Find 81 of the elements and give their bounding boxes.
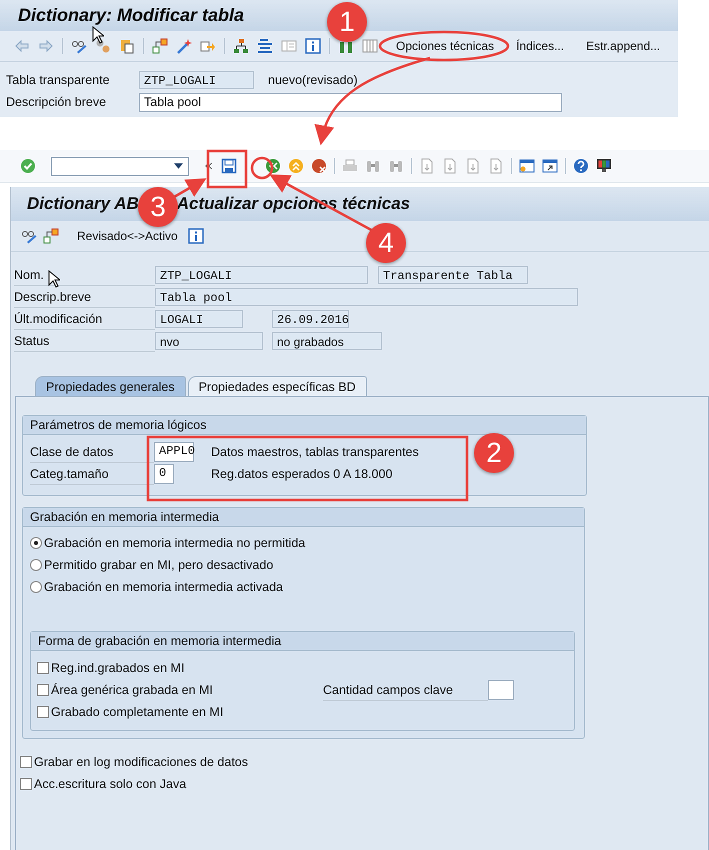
field-value: Transparente Tabla	[378, 266, 528, 284]
binoculars-icon[interactable]	[365, 158, 381, 174]
arrow-right-icon[interactable]	[38, 38, 54, 54]
arrow-left-icon[interactable]	[14, 38, 30, 54]
glasses-pencil-icon[interactable]	[21, 228, 37, 244]
field-value: Tabla pool	[155, 288, 578, 306]
field-value: 26.09.2016	[272, 310, 349, 328]
caret-icon[interactable]	[174, 163, 183, 169]
option-label: Área genérica grabada en MI	[51, 683, 214, 697]
page-icon[interactable]	[465, 158, 481, 174]
info-icon[interactable]	[188, 228, 204, 244]
exit-icon[interactable]	[288, 158, 304, 174]
save-icon[interactable]	[221, 158, 237, 174]
command-field[interactable]	[51, 156, 189, 176]
info-icon[interactable]	[305, 38, 321, 54]
checkbox[interactable]	[37, 684, 49, 696]
arrow	[173, 178, 206, 198]
toolbar-button[interactable]: Estr.append...	[582, 37, 664, 55]
option-label: Permitido grabar en MI, pero desactivado	[44, 558, 274, 572]
list-icon[interactable]	[281, 38, 297, 54]
radio-button[interactable]	[30, 559, 42, 571]
binoculars-icon[interactable]	[388, 158, 404, 174]
back-icon[interactable]	[265, 158, 281, 174]
window-icon[interactable]	[519, 158, 535, 174]
description-text: Reg.datos esperados 0 A 18.000	[211, 467, 392, 481]
clipboard-icon[interactable]	[119, 38, 135, 54]
checkbox[interactable]	[37, 706, 49, 718]
cursor-icon	[92, 26, 104, 44]
option-label: Grabación en memoria intermedia activada	[44, 580, 284, 594]
status-text: nuevo(revisado)	[268, 73, 358, 87]
cancel-icon[interactable]	[311, 158, 327, 174]
page-icon[interactable]	[488, 158, 504, 174]
field-value: no grabados	[272, 332, 382, 350]
page-icon[interactable]	[442, 158, 458, 174]
input-field[interactable]: Tabla pool	[139, 92, 562, 112]
checkbox[interactable]	[37, 662, 49, 674]
help-icon[interactable]	[573, 158, 589, 174]
print-icon[interactable]	[342, 158, 358, 174]
radio-button[interactable]	[30, 581, 42, 593]
hierarchy-icon[interactable]	[43, 228, 59, 244]
toolbar-button[interactable]: Opciones técnicas	[392, 37, 498, 55]
description-text: Datos maestros, tablas transparentes	[211, 445, 419, 459]
hierarchy-icon[interactable]	[152, 38, 168, 54]
window-title: Dictionary: Modificar tabla	[18, 5, 244, 26]
input-field[interactable]: 0	[154, 464, 174, 484]
field-value: ZTP_LOGALI	[155, 266, 368, 284]
field-label: Tabla transparente	[6, 73, 111, 87]
tree-icon[interactable]	[233, 38, 249, 54]
radio-button[interactable]	[30, 537, 42, 549]
toolbar-button[interactable]: Índices...	[512, 37, 568, 55]
group-title: Parámetros de memoria lógicos	[23, 416, 586, 435]
group-title: Forma de grabación en memoria intermedia	[31, 632, 574, 651]
cursor-icon	[48, 270, 60, 288]
toolbar-button[interactable]: Revisado<->Activo	[73, 227, 182, 245]
option-label: Reg.ind.grabados en MI	[51, 661, 186, 675]
input-field: ZTP_LOGALI	[139, 71, 254, 89]
glasses-pencil-icon[interactable]	[71, 38, 87, 54]
checkbox[interactable]	[20, 778, 32, 790]
option-label: Grabar en log modificaciones de datos	[34, 755, 248, 769]
input-field[interactable]: APPL0	[154, 442, 194, 462]
monitor-icon[interactable]	[596, 158, 612, 174]
tab[interactable]: Propiedades generales	[35, 376, 186, 396]
wand-icon[interactable]	[176, 38, 192, 54]
lines-icon[interactable]	[257, 38, 273, 54]
dialog-title: Dictionary AB	[27, 194, 139, 214]
field-value: LOGALI	[155, 310, 243, 328]
check-icon[interactable]	[20, 158, 36, 174]
option-label: Grabado completamente en MI	[51, 705, 224, 719]
option-label: Grabación en memoria intermedia no permitida	[44, 536, 306, 550]
field-value: nvo	[155, 332, 263, 350]
highlight-circle	[250, 156, 274, 180]
window-icon[interactable]	[542, 158, 558, 174]
group-title: Grabación en memoria intermedia	[23, 508, 584, 527]
table-icon[interactable]	[362, 38, 378, 54]
field-label: Descripción breve	[6, 95, 108, 109]
input-field[interactable]	[488, 680, 514, 700]
page-icon[interactable]	[419, 158, 435, 174]
checkbox[interactable]	[20, 756, 32, 768]
option-label: Acc.escritura solo con Java	[34, 777, 186, 791]
tab[interactable]: Propiedades específicas BD	[188, 376, 367, 396]
highlight-rectangle	[206, 150, 248, 188]
